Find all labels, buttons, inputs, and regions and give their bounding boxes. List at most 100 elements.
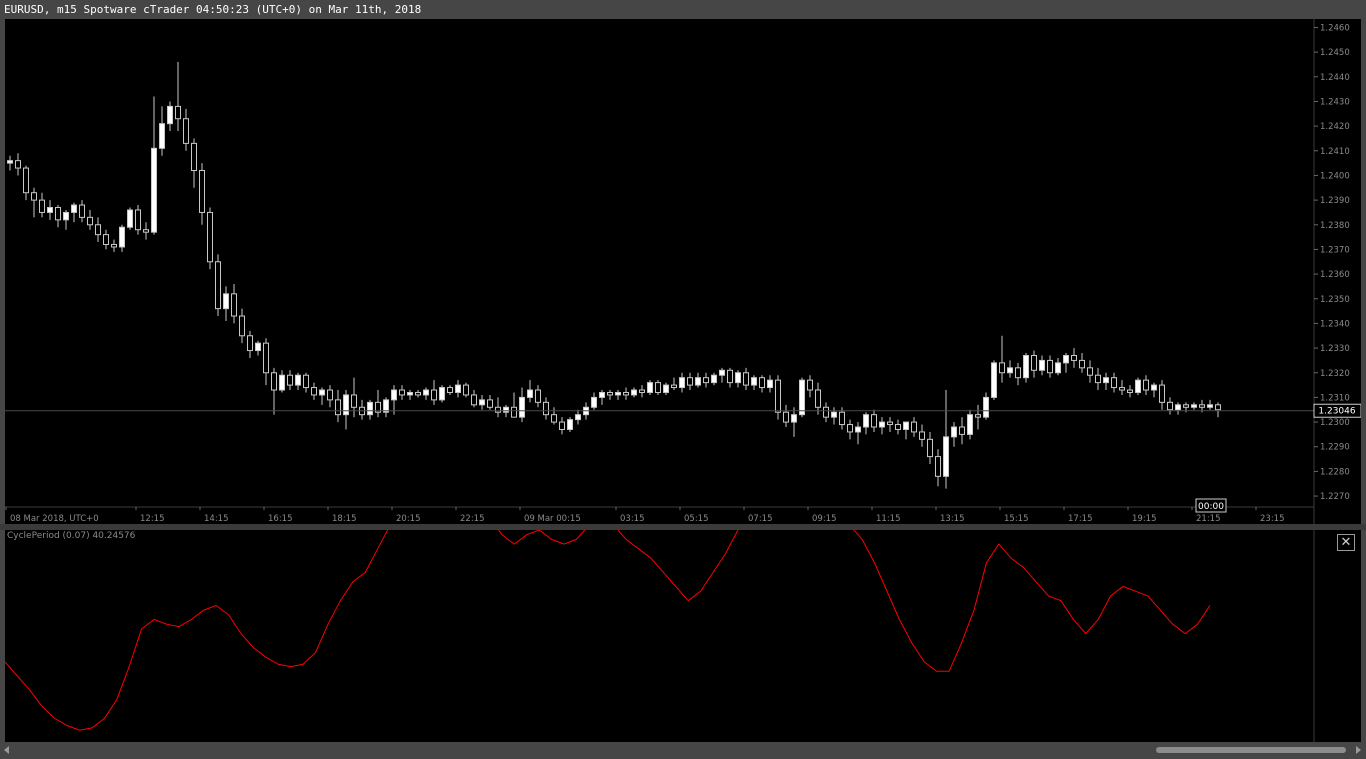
candle-body [151,147,157,233]
candle-body [431,389,437,401]
time-tick-label: 21:15 [1196,514,1221,524]
price-axis: 1.2460 1.2450 1.2440 1.2430 1.2420 1.2410 1.24… [1314,23,1350,502]
candle-body [303,374,309,389]
time-tick-label: 13:15 [940,514,965,524]
candle-body [1031,354,1037,371]
candle-body [199,170,205,213]
candle-body [111,244,117,248]
candle-body [55,207,61,221]
candle-body [175,105,181,120]
candle-body [927,438,933,458]
candle-body [471,394,477,406]
candle-body [31,192,37,201]
candles [7,61,1221,489]
indicator-pane[interactable]: CyclePeriod (0.07) 40.24576 ✕ [5,530,1361,742]
candle-body [415,391,421,396]
candle-body [223,293,229,310]
candle-body [631,389,637,396]
candle-body [487,399,493,408]
price-tick-label: 1.2420 [1320,122,1350,132]
price-tick-label: 1.2440 [1320,73,1350,83]
scrollbar-thumb[interactable] [1156,747,1346,753]
candle-body [39,199,45,213]
candle-body [1159,384,1165,403]
candle-body [863,414,869,428]
time-tick-label: 09 Mar 00:15 [524,514,581,524]
candle-body [319,389,325,396]
price-tick-label: 1.2340 [1320,319,1350,329]
scroll-left-icon[interactable] [4,746,9,754]
candle-body [1135,379,1141,393]
candle-body [423,389,429,396]
price-tick-label: 1.2320 [1320,369,1350,379]
candle-body [135,209,141,231]
candle-body [815,389,821,408]
countdown-label: 00:00 [1198,502,1224,512]
candle-body [839,411,845,426]
candle-body [607,391,613,396]
candle-body [519,396,525,418]
price-chart-pane[interactable]: 1.2460 1.2450 1.2440 1.2430 1.2420 1.2410 1.24… [5,19,1362,524]
candle-body [903,421,909,430]
candle-body [847,424,853,433]
candle-body [599,391,605,398]
candle-body [679,377,685,389]
time-tick-label: 19:15 [1132,514,1157,524]
candle-body [1183,404,1189,408]
candle-body [183,118,189,144]
time-tick-label: 14:15 [204,514,229,524]
time-axis: 08 Mar 2018, UTC+0 12:15 14:15 16:15 18:15 20… [5,507,1285,524]
candle-body [1055,362,1061,374]
candle-body [439,387,445,401]
time-tick-label: 07:15 [748,514,773,524]
candle-body [855,426,861,433]
candle-body [575,414,581,421]
price-tick-label: 1.2410 [1320,147,1350,157]
candle-body [567,419,573,430]
candle-body [207,211,213,263]
horizontal-scrollbar[interactable] [0,742,1366,759]
candle-body [1039,359,1045,371]
price-chart[interactable]: 1.2460 1.2450 1.2440 1.2430 1.2420 1.2410 1.24… [5,19,1362,524]
candle-body [335,399,341,416]
close-icon: ✕ [1340,535,1352,550]
candle-body [767,379,773,389]
candle-body [919,431,925,440]
candle-body [623,391,629,396]
time-tick-label: 11:15 [876,514,901,524]
price-tick-label: 1.2330 [1320,344,1350,354]
candle-body [895,424,901,430]
candle-body [687,377,693,386]
candle-body [79,204,85,218]
candle-body [271,372,277,391]
candle-body [959,426,965,435]
time-tick-label: 18:15 [332,514,357,524]
time-tick-label: 08 Mar 2018, UTC+0 [10,514,99,524]
time-tick-label: 17:15 [1068,514,1093,524]
candle-body [103,234,109,246]
window-title: EURUSD, m15 Spotware cTrader 04:50:23 (U… [0,0,1366,19]
candle-body [143,229,149,233]
candle-body [287,374,293,386]
candle-body [1047,359,1053,374]
candle-body [711,374,717,384]
candle-body [831,411,837,418]
indicator-close-button[interactable]: ✕ [1337,534,1355,551]
candle-body [23,167,29,194]
candle-body [1087,367,1093,376]
indicator-chart[interactable] [5,530,1361,742]
price-tick-label: 1.2460 [1320,23,1350,33]
price-tick-label: 1.2350 [1320,295,1350,305]
candle-body [703,377,709,384]
candle-body [63,211,69,221]
time-tick-label: 03:15 [620,514,645,524]
candle-body [1127,389,1133,393]
candle-body [655,382,661,393]
candle-body [615,391,621,396]
candle-body [1111,377,1117,389]
candle-body [447,387,453,393]
countdown-tag: 00:00 [1195,498,1227,513]
time-tick-label: 09:15 [812,514,837,524]
candle-body [975,414,981,418]
scroll-right-icon[interactable] [1356,746,1361,754]
